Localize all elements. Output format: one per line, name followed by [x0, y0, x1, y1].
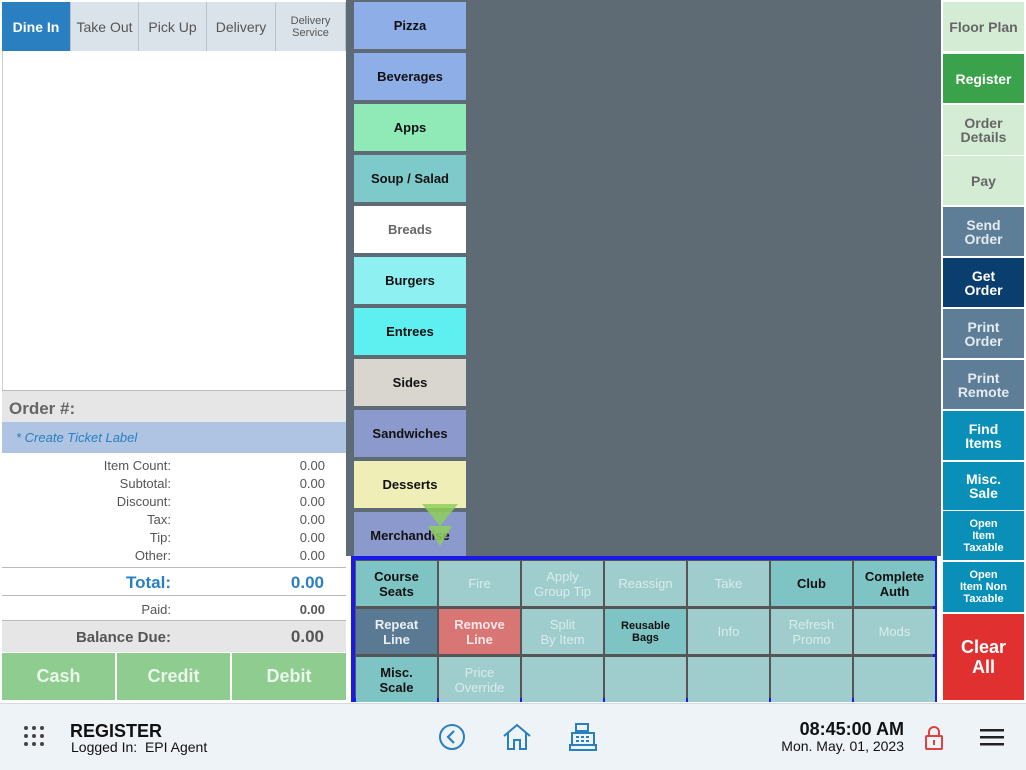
credit-button[interactable]: Credit	[117, 653, 232, 700]
balance-due-label: Balance Due:	[75, 629, 171, 646]
total-label: Total:	[125, 573, 171, 592]
order-number-label: Order #:	[2, 390, 346, 422]
summary-value: 0.00	[299, 458, 325, 473]
clear-all-button[interactable]: Clear All	[943, 614, 1024, 700]
fn-button-refresh-promo[interactable]: Refresh Promo	[771, 609, 852, 654]
category-sandwiches[interactable]: Sandwiches	[354, 410, 466, 459]
lock-icon[interactable]	[922, 724, 946, 752]
cash-register-icon[interactable]	[567, 721, 599, 753]
fn-button-take[interactable]: Take	[688, 561, 769, 606]
get-order-button[interactable]: Get Order	[943, 258, 1024, 307]
fn-button-empty-2-6	[854, 657, 935, 702]
order-details-button[interactable]: Order Details	[943, 105, 1024, 155]
floor-plan-button[interactable]: Floor Plan	[943, 2, 1024, 51]
fn-button-apply-group-tip[interactable]: Apply Group Tip	[522, 561, 603, 606]
fn-button-empty-2-4	[688, 657, 769, 702]
clock-date: Mon. May. 01, 2023	[781, 738, 904, 754]
fn-button-course-seats[interactable]: Course Seats	[356, 561, 437, 606]
summary-label: Item Count:	[103, 458, 171, 473]
order-summary: Item Count: 0.00 Subtotal: 0.00 Discount: 0.0…	[2, 453, 346, 566]
debit-button[interactable]: Debit	[232, 653, 346, 700]
ticket-items-area[interactable]	[2, 51, 346, 390]
summary-label: Subtotal:	[119, 476, 171, 491]
fn-button-club[interactable]: Club	[771, 561, 852, 606]
open-item-non-taxable-button[interactable]: Open Item Non Taxable	[943, 562, 1024, 612]
paid-value: 0.00	[299, 602, 325, 617]
total-value: 0.00	[290, 573, 324, 592]
function-button-grid: Course Seats Fire Apply Group Tip Reassign T…	[351, 556, 937, 702]
home-icon[interactable]	[501, 721, 533, 753]
bottom-bar: REGISTER Logged In: EPI Agent 08:45:00 A…	[0, 703, 1026, 770]
scroll-down-icon[interactable]	[420, 502, 460, 550]
balance-due-value: 0.00	[290, 627, 324, 646]
print-order-button[interactable]: Print Order	[943, 309, 1024, 358]
send-order-button[interactable]: Send Order	[943, 207, 1024, 256]
tab-pick-up[interactable]: Pick Up	[139, 2, 207, 51]
paid-row: Paid: 0.00	[2, 595, 346, 620]
category-pizza[interactable]: Pizza	[354, 2, 466, 51]
fn-button-fire[interactable]: Fire	[439, 561, 520, 606]
menu-icon[interactable]	[978, 725, 1006, 749]
summary-value: 0.00	[299, 548, 325, 563]
paid-label: Paid:	[141, 602, 171, 617]
logged-in-user: Logged In: EPI Agent	[71, 739, 208, 755]
total-row: Total: 0.00	[2, 567, 346, 595]
fn-button-empty-2-5	[771, 657, 852, 702]
summary-row-discount: Discount: 0.00	[2, 492, 346, 510]
tab-take-out[interactable]: Take Out	[71, 2, 139, 51]
summary-row-tax: Tax: 0.00	[2, 510, 346, 528]
summary-row-subtotal: Subtotal: 0.00	[2, 474, 346, 492]
category-apps[interactable]: Apps	[354, 104, 466, 153]
fn-button-reassign[interactable]: Reassign	[605, 561, 686, 606]
summary-label: Tip:	[149, 530, 171, 545]
summary-label: Tax:	[147, 512, 171, 527]
fn-button-repeat-line[interactable]: Repeat Line	[356, 609, 437, 654]
summary-row-other: Other: 0.00	[2, 546, 346, 564]
fn-button-remove-line[interactable]: Remove Line	[439, 609, 520, 654]
cash-button[interactable]: Cash	[2, 653, 117, 700]
app-grid-icon[interactable]	[22, 724, 46, 748]
find-items-button[interactable]: Find Items	[943, 411, 1024, 460]
clock-time: 08:45:00 AM	[799, 719, 904, 739]
fn-button-price-override[interactable]: Price Override	[439, 657, 520, 702]
tab-delivery[interactable]: Delivery	[207, 2, 276, 51]
fn-button-reusable-bags[interactable]: Reusable Bags	[605, 609, 686, 654]
fn-button-empty-2-2	[522, 657, 603, 702]
tab-delivery-service[interactable]: Delivery Service	[276, 2, 346, 51]
category-soup-salad[interactable]: Soup / Salad	[354, 155, 466, 204]
print-remote-button[interactable]: Print Remote	[943, 360, 1024, 409]
summary-label: Discount:	[116, 494, 171, 509]
pos-app: Dine In Take Out Pick Up Delivery Delivery S…	[0, 0, 1026, 770]
tab-dine-in[interactable]: Dine In	[2, 2, 71, 51]
summary-value: 0.00	[299, 476, 325, 491]
fn-button-misc-scale[interactable]: Misc. Scale	[356, 657, 437, 702]
fn-button-mods[interactable]: Mods	[854, 609, 935, 654]
fn-button-complete-auth[interactable]: Complete Auth	[854, 561, 935, 606]
summary-value: 0.00	[299, 494, 325, 509]
summary-value: 0.00	[299, 512, 325, 527]
pay-button[interactable]: Pay	[943, 156, 1024, 205]
category-sides[interactable]: Sides	[354, 359, 466, 408]
category-burgers[interactable]: Burgers	[354, 257, 466, 306]
misc-sale-button[interactable]: Misc. Sale	[943, 462, 1024, 510]
fn-button-empty-2-3	[605, 657, 686, 702]
category-beverages[interactable]: Beverages	[354, 53, 466, 102]
summary-row-tip: Tip: 0.00	[2, 528, 346, 546]
open-item-taxable-button[interactable]: Open Item Taxable	[943, 511, 1024, 560]
summary-label: Other:	[134, 548, 171, 563]
fn-button-split-by-item[interactable]: Split By Item	[522, 609, 603, 654]
summary-value: 0.00	[299, 530, 325, 545]
fn-button-info[interactable]: Info	[688, 609, 769, 654]
balance-due-row: Balance Due: 0.00	[2, 620, 346, 652]
back-icon[interactable]	[438, 723, 466, 751]
create-ticket-label[interactable]: * Create Ticket Label	[2, 422, 346, 453]
register-button[interactable]: Register	[943, 54, 1024, 103]
category-entrees[interactable]: Entrees	[354, 308, 466, 357]
category-breads[interactable]: Breads	[354, 206, 466, 255]
summary-row-item-count: Item Count: 0.00	[2, 456, 346, 474]
